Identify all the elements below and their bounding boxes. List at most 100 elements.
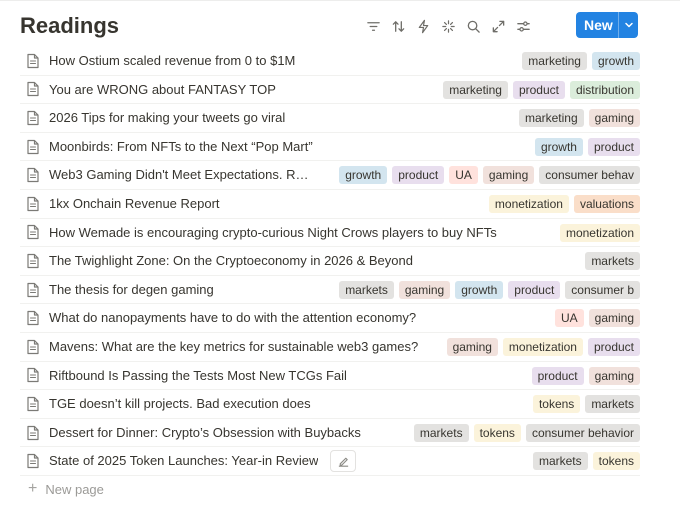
row-title[interactable]: What do nanopayments have to do with the… [49, 304, 416, 332]
tag-badge: product [587, 137, 640, 156]
page-doc-icon [20, 390, 42, 418]
tag-badge: tokens [592, 452, 640, 471]
new-page-button[interactable]: + New page [28, 480, 104, 498]
tag-badge: product [392, 166, 445, 185]
settings-sliders-icon[interactable] [511, 14, 536, 38]
edit-pencil-icon[interactable] [330, 450, 356, 473]
tag-badge: gaming [447, 337, 498, 356]
tag-badge: consumer behavior [525, 423, 640, 442]
tag-badge: product [532, 366, 584, 385]
table-row[interactable]: State of 2025 Token Launches: Year-in Re… [20, 447, 640, 476]
tag-badge: UA [449, 166, 478, 185]
readings-list: How Ostium scaled revenue from 0 to $1M m… [20, 47, 640, 476]
page-doc-icon [20, 419, 42, 447]
tag-badge: monetization [560, 223, 640, 242]
row-tags: monetization valuations [489, 194, 640, 213]
table-row[interactable]: 1kx Onchain Revenue Report monetization va… [20, 190, 640, 219]
row-title[interactable]: How Ostium scaled revenue from 0 to $1M [49, 47, 295, 75]
tag-badge: gaming [588, 366, 640, 385]
tag-badge: growth [455, 280, 504, 299]
page-doc-icon [20, 161, 42, 189]
page-title: Readings [20, 13, 120, 38]
row-tags: markets gaming growth product consumer b [339, 280, 640, 299]
tag-badge: tokens [473, 423, 521, 442]
tag-badge: monetization [489, 194, 569, 213]
tag-badge: markets [533, 452, 588, 471]
tag-badge: distribution [569, 80, 640, 99]
page-doc-icon [20, 304, 42, 332]
search-icon[interactable] [461, 14, 486, 38]
row-tags: markets tokens [533, 452, 640, 471]
expand-icon[interactable] [486, 14, 511, 38]
tag-badge: growth [339, 166, 388, 185]
row-title[interactable]: 1kx Onchain Revenue Report [49, 190, 220, 218]
row-title[interactable]: State of 2025 Token Launches: Year-in Re… [49, 447, 318, 475]
table-row[interactable]: Mavens: What are the key metrics for sus… [20, 333, 640, 362]
sparkle-icon[interactable] [436, 14, 461, 38]
filter-icon[interactable] [361, 14, 386, 38]
top-divider [0, 0, 680, 1]
row-title[interactable]: Web3 Gaming Didn't Meet Expectations. Re… [49, 161, 315, 189]
page-doc-icon [20, 133, 42, 161]
row-tags: marketing growth [522, 52, 640, 70]
row-tags: tokens markets [533, 395, 640, 414]
table-row[interactable]: What do nanopayments have to do with the… [20, 304, 640, 333]
page-doc-icon [20, 276, 42, 304]
chevron-down-icon[interactable] [619, 20, 638, 30]
table-row[interactable]: The Twighlight Zone: On the Cryptoeconom… [20, 247, 640, 276]
row-title[interactable]: Riftbound Is Passing the Tests Most New … [49, 362, 347, 390]
table-row[interactable]: TGE doesn’t kill projects. Bad execution… [20, 390, 640, 419]
tag-badge: marketing [443, 80, 508, 99]
row-title[interactable]: Dessert for Dinner: Crypto’s Obsession w… [49, 419, 361, 447]
row-tags: marketing product distribution [443, 80, 640, 99]
page-doc-icon [20, 47, 42, 75]
table-row[interactable]: Riftbound Is Passing the Tests Most New … [20, 362, 640, 391]
row-tags: product gaming [532, 366, 640, 385]
tag-badge: marketing [519, 109, 584, 128]
tag-badge: gaming [398, 280, 451, 299]
row-tags: growth product [535, 137, 640, 156]
row-title[interactable]: Moonbirds: From NFTs to the Next “Pop Ma… [49, 133, 313, 161]
table-row[interactable]: Moonbirds: From NFTs to the Next “Pop Ma… [20, 133, 640, 162]
row-tags: markets tokens consumer behavior [414, 423, 640, 442]
row-title[interactable]: Mavens: What are the key metrics for sus… [49, 333, 418, 361]
row-tags: monetization [560, 223, 640, 242]
table-row[interactable]: Dessert for Dinner: Crypto’s Obsession w… [20, 419, 640, 448]
row-title[interactable]: You are WRONG about FANTASY TOP [49, 76, 276, 104]
table-row[interactable]: You are WRONG about FANTASY TOP marketing… [20, 76, 640, 105]
page-doc-icon [20, 218, 42, 246]
sort-icon[interactable] [386, 14, 411, 38]
tag-badge: markets [414, 423, 469, 442]
page-doc-icon [20, 75, 42, 103]
row-title[interactable]: The Twighlight Zone: On the Cryptoeconom… [49, 247, 413, 275]
row-tags: UA gaming [555, 309, 640, 328]
table-row[interactable]: Web3 Gaming Didn't Meet Expectations. Re… [20, 161, 640, 190]
row-title[interactable]: How Wemade is encouraging crypto-curious… [49, 219, 497, 247]
page-doc-icon [20, 104, 42, 132]
row-title[interactable]: 2026 Tips for making your tweets go vira… [49, 104, 285, 132]
new-button[interactable]: New [576, 12, 638, 38]
tag-badge: monetization [502, 337, 583, 356]
tag-badge: valuations [573, 194, 640, 213]
page-doc-icon [20, 333, 42, 361]
tag-badge: markets [339, 280, 394, 299]
table-row[interactable]: How Wemade is encouraging crypto-curious… [20, 219, 640, 248]
page-doc-icon [20, 447, 42, 475]
table-row[interactable]: 2026 Tips for making your tweets go vira… [20, 104, 640, 133]
automation-bolt-icon[interactable] [411, 14, 436, 38]
page-doc-icon [20, 247, 42, 275]
tag-badge: growth [591, 52, 640, 70]
row-tags: gaming monetization product [447, 337, 640, 356]
tag-badge: markets [585, 395, 640, 414]
row-title[interactable]: TGE doesn’t kill projects. Bad execution… [49, 390, 311, 418]
tag-badge: growth [535, 137, 583, 156]
plus-icon: + [28, 480, 38, 497]
row-tags: growth product UA gaming consumer behav [339, 166, 640, 185]
table-row[interactable]: The thesis for degen gaming markets gaming… [20, 276, 640, 305]
tag-badge: product [512, 80, 565, 99]
new-button-label: New [584, 17, 613, 33]
table-row[interactable]: How Ostium scaled revenue from 0 to $1M m… [20, 47, 640, 76]
database-header: Readings New [20, 12, 640, 42]
row-title[interactable]: The thesis for degen gaming [49, 276, 214, 304]
tag-badge: markets [585, 252, 640, 271]
